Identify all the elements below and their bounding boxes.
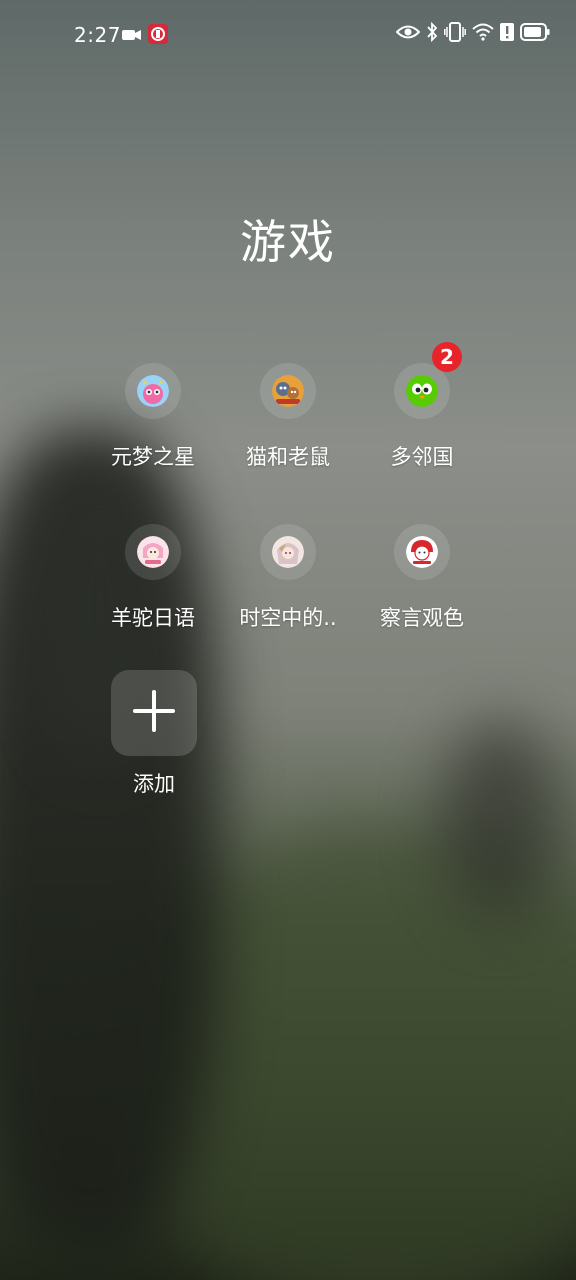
- eye-icon: [395, 24, 421, 44]
- add-button[interactable]: [111, 670, 197, 756]
- app-observe[interactable]: 察言观色: [355, 524, 489, 632]
- time-space-icon: [272, 536, 304, 568]
- vibrate-icon: [444, 22, 466, 46]
- video-camera-icon: [122, 27, 142, 46]
- app-alpaca-japanese[interactable]: 羊驼日语: [86, 524, 220, 632]
- app-duolingo[interactable]: 2 多邻国: [355, 342, 489, 471]
- wifi-icon: [472, 23, 494, 45]
- app-label: 羊驼日语: [111, 606, 195, 630]
- app-label: 时空中的..: [239, 606, 337, 630]
- status-bar: 2:27: [0, 0, 576, 70]
- tom-jerry-icon: [272, 375, 304, 407]
- plus-icon: [131, 688, 177, 738]
- app-label: 元梦之星: [111, 445, 195, 469]
- battery-icon: [520, 23, 550, 45]
- add-label: 添加: [133, 772, 175, 796]
- app-yuanmeng[interactable]: 元梦之星: [86, 363, 220, 471]
- yuanmeng-icon: [137, 375, 169, 407]
- bluetooth-icon: [426, 21, 438, 46]
- home-screen: 2:27 游戏 元梦之星 猫和老鼠 2 多邻国 羊驼日语 时空中的.. 察言观色…: [0, 0, 576, 1280]
- app-time-space[interactable]: 时空中的..: [221, 524, 355, 632]
- notification-badge: 2: [432, 342, 462, 372]
- app-tom-jerry[interactable]: 猫和老鼠: [221, 363, 355, 471]
- alert-icon: [500, 23, 514, 45]
- duolingo-icon: [406, 375, 438, 407]
- app-notification-icon: [148, 24, 168, 48]
- status-time: 2:27: [74, 23, 121, 47]
- add-app-cell[interactable]: 添加: [110, 670, 198, 798]
- observe-icon: [406, 536, 438, 568]
- folder-title[interactable]: 游戏: [0, 206, 576, 272]
- background-tree: [440, 720, 560, 920]
- app-label: 猫和老鼠: [246, 445, 330, 469]
- app-label: 多邻国: [390, 445, 454, 469]
- alpaca-japanese-icon: [137, 536, 169, 568]
- app-label: 察言观色: [380, 606, 464, 630]
